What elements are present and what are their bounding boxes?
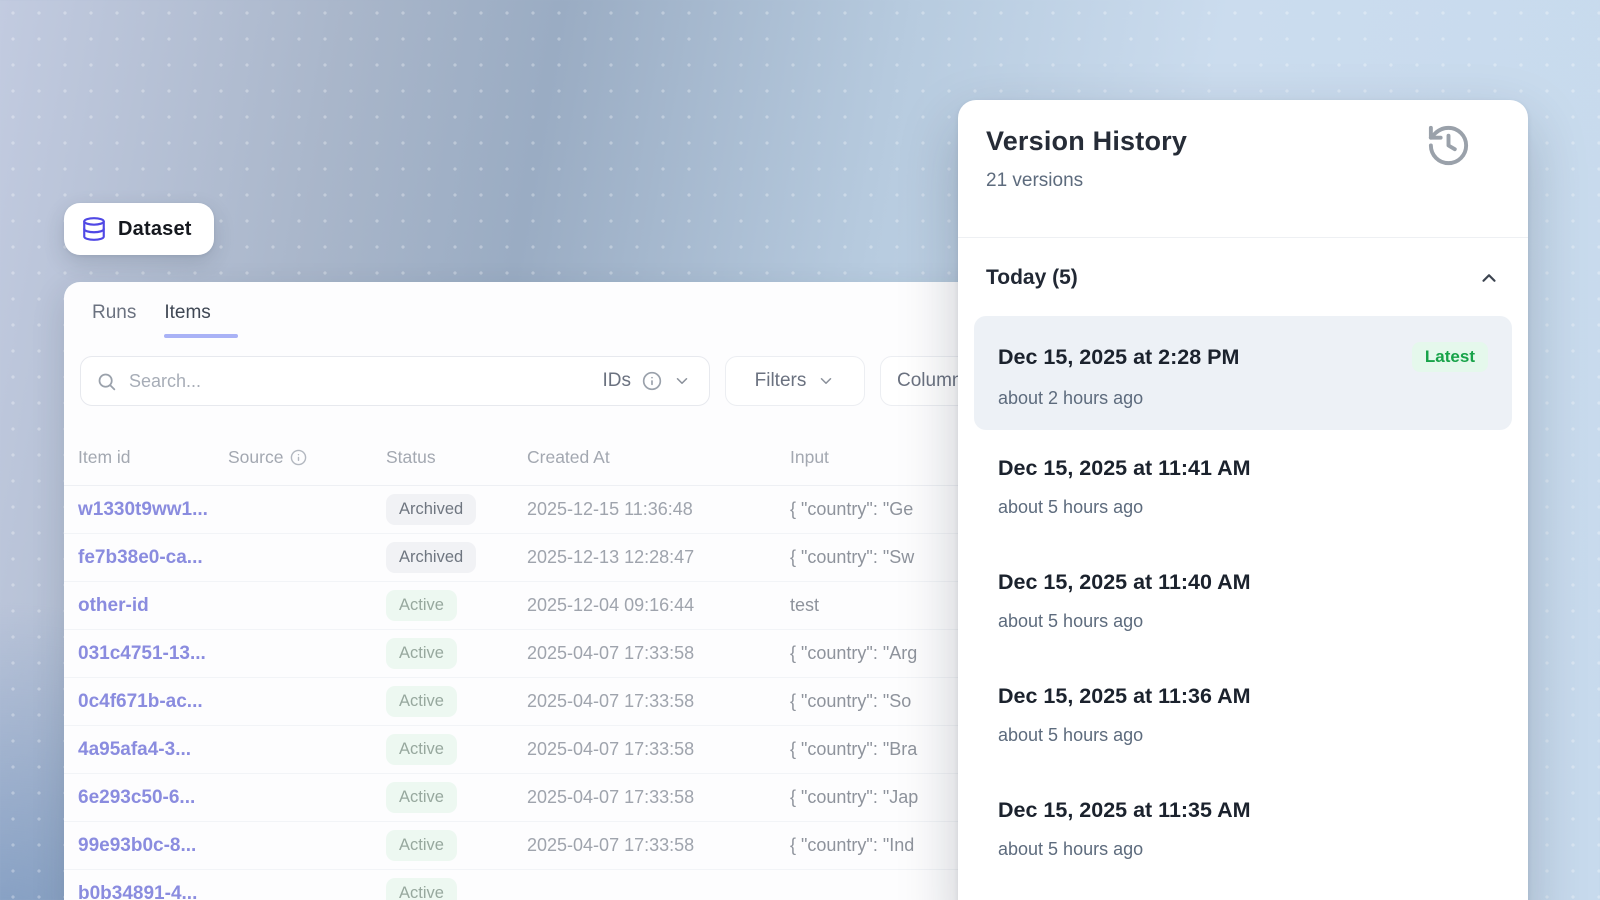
- item-id-link[interactable]: 4a95afa4-3...: [78, 739, 191, 760]
- section-today[interactable]: Today (5): [958, 238, 1528, 290]
- version-entry-time: about 5 hours ago: [998, 611, 1488, 632]
- version-entry[interactable]: Dec 15, 2025 at 11:36 AM about 5 hours a…: [974, 658, 1512, 772]
- status-badge: Archived: [386, 494, 476, 526]
- status-badge: Active: [386, 638, 457, 670]
- cell-created-at: 2025-04-07 17:33:58: [513, 835, 776, 856]
- version-entry-time: about 2 hours ago: [998, 388, 1488, 409]
- version-entry[interactable]: Dec 15, 2025 at 11:40 AM about 5 hours a…: [974, 544, 1512, 658]
- version-history-title: Version History: [986, 126, 1500, 157]
- cell-created-at: 2025-04-07 17:33:58: [513, 787, 776, 808]
- info-icon: [290, 449, 307, 466]
- search-input[interactable]: [129, 371, 603, 392]
- version-entry-time: about 5 hours ago: [998, 725, 1488, 746]
- status-badge: Active: [386, 734, 457, 766]
- filters-button[interactable]: Filters: [725, 356, 865, 406]
- search-box[interactable]: IDs: [80, 356, 710, 406]
- version-entry[interactable]: Dec 15, 2025 at 11:35 AM about 5 hours a…: [974, 772, 1512, 886]
- dataset-badge-label: Dataset: [118, 218, 192, 241]
- search-icon: [96, 371, 117, 392]
- filters-label: Filters: [755, 370, 807, 392]
- ids-label: IDs: [603, 370, 632, 392]
- item-id-link[interactable]: w1330t9ww1...: [78, 499, 208, 520]
- version-entry-time: about 5 hours ago: [998, 839, 1488, 860]
- status-badge: Active: [386, 878, 457, 900]
- version-entry[interactable]: Dec 15, 2025 at 11:41 AM about 5 hours a…: [974, 430, 1512, 544]
- cell-created-at: 2025-12-15 11:36:48: [513, 499, 776, 520]
- cell-created-at: 2025-04-07 17:33:58: [513, 691, 776, 712]
- status-badge: Active: [386, 782, 457, 814]
- status-badge: Active: [386, 830, 457, 862]
- cell-created-at: 2025-12-13 12:28:47: [513, 547, 776, 568]
- status-badge: Active: [386, 590, 457, 622]
- latest-badge: Latest: [1412, 342, 1488, 372]
- version-entry[interactable]: Dec 15, 2025 at 2:28 PM Latest about 2 h…: [974, 316, 1512, 430]
- cell-created-at: 2025-04-07 17:33:58: [513, 739, 776, 760]
- chevron-down-icon: [817, 372, 835, 390]
- cell-created-at: 2025-12-04 09:16:44: [513, 595, 776, 616]
- tab-items[interactable]: Items: [164, 302, 210, 338]
- column-header-source[interactable]: Source: [214, 447, 372, 468]
- info-icon: [642, 371, 662, 391]
- item-id-link[interactable]: other-id: [78, 595, 149, 616]
- ids-dropdown[interactable]: IDs: [603, 370, 692, 392]
- column-header-item-id[interactable]: Item id: [64, 447, 214, 468]
- item-id-link[interactable]: 031c4751-13...: [78, 643, 206, 664]
- item-id-link[interactable]: 0c4f671b-ac...: [78, 691, 203, 712]
- version-entry-title: Dec 15, 2025 at 11:35 AM: [998, 798, 1251, 823]
- dataset-badge[interactable]: Dataset: [64, 203, 214, 255]
- item-id-link[interactable]: 6e293c50-6...: [78, 787, 195, 808]
- tab-runs[interactable]: Runs: [92, 302, 136, 338]
- column-header-status[interactable]: Status: [372, 447, 513, 468]
- version-list: Dec 15, 2025 at 2:28 PM Latest about 2 h…: [958, 290, 1528, 886]
- status-badge: Active: [386, 686, 457, 718]
- version-entry-title: Dec 15, 2025 at 11:36 AM: [998, 684, 1251, 709]
- version-count: 21 versions: [986, 170, 1500, 192]
- item-id-link[interactable]: fe7b38e0-ca...: [78, 547, 203, 568]
- version-entry-time: about 5 hours ago: [998, 497, 1488, 518]
- history-icon: [1425, 122, 1472, 169]
- version-history-panel: Version History 21 versions Today (5) De…: [958, 100, 1528, 900]
- item-id-link[interactable]: 99e93b0c-8...: [78, 835, 196, 856]
- chevron-down-icon: [673, 372, 691, 390]
- version-entry-title: Dec 15, 2025 at 11:40 AM: [998, 570, 1251, 595]
- active-tab-underline: [164, 334, 238, 338]
- version-history-header: Version History 21 versions: [958, 100, 1528, 238]
- version-entry-title: Dec 15, 2025 at 2:28 PM: [998, 345, 1239, 370]
- column-header-created-at[interactable]: Created At: [513, 447, 776, 468]
- chevron-up-icon[interactable]: [1478, 267, 1500, 289]
- item-id-link[interactable]: b0b34891-4...: [78, 883, 197, 900]
- version-entry-title: Dec 15, 2025 at 11:41 AM: [998, 456, 1251, 481]
- status-badge: Archived: [386, 542, 476, 574]
- section-today-label: Today (5): [986, 266, 1078, 290]
- cell-created-at: 2025-04-07 17:33:58: [513, 643, 776, 664]
- database-icon: [81, 216, 107, 242]
